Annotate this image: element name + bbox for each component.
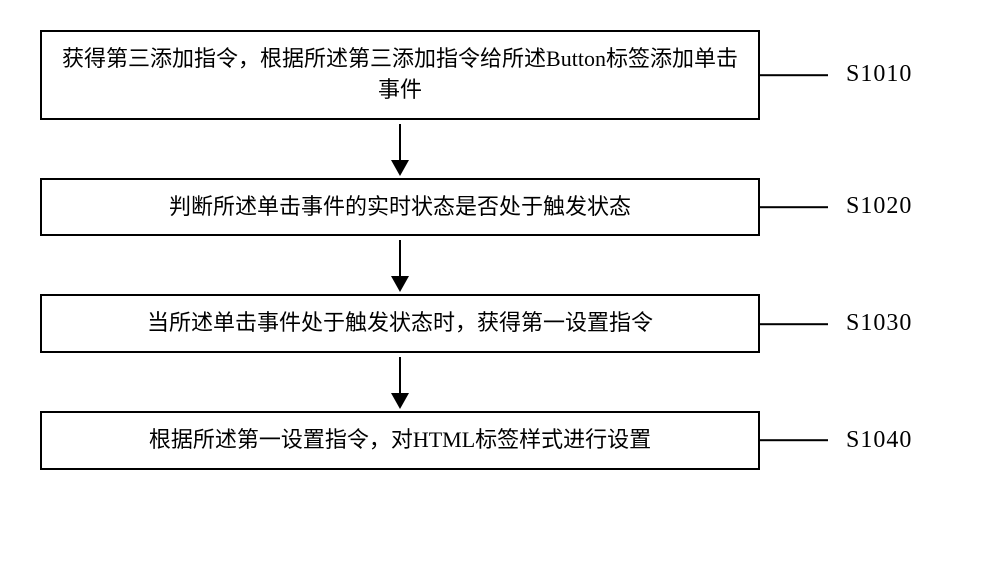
step-label: S1020 [846,190,912,224]
step-text: 判断所述单击事件的实时状态是否处于触发状态 [169,192,631,223]
step-text: 根据所述第一设置指令，对HTML标签样式进行设置 [149,425,651,456]
step-label-row: S1020 [758,190,912,224]
step-label-row: S1030 [758,307,912,341]
arrow-down-icon [399,124,401,174]
step-label: S1030 [846,307,912,341]
flow-step: 当所述单击事件处于触发状态时，获得第一设置指令 S1030 [40,294,760,353]
connector-line [758,206,828,208]
flow-step: 根据所述第一设置指令，对HTML标签样式进行设置 S1040 [40,411,760,470]
step-text: 当所述单击事件处于触发状态时，获得第一设置指令 [147,308,653,339]
step-label: S1040 [846,424,912,458]
connector-line [758,74,828,76]
step-label-row: S1040 [758,424,912,458]
arrow-down-icon [399,240,401,290]
flow-step: 获得第三添加指令，根据所述第三添加指令给所述Button标签添加单击事件 S10… [40,30,760,120]
flow-step: 判断所述单击事件的实时状态是否处于触发状态 S1020 [40,178,760,237]
arrow-down-icon [399,357,401,407]
connector-line [758,323,828,325]
step-label: S1010 [846,58,912,92]
flowchart: 获得第三添加指令，根据所述第三添加指令给所述Button标签添加单击事件 S10… [40,30,760,470]
step-label-row: S1010 [758,58,912,92]
step-text: 获得第三添加指令，根据所述第三添加指令给所述Button标签添加单击事件 [62,44,738,106]
connector-line [758,440,828,442]
